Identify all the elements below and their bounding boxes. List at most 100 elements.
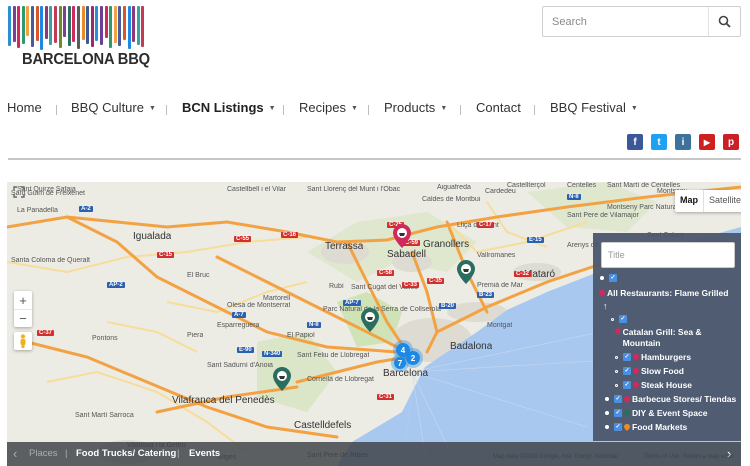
- legend-row[interactable]: ✓ Slow Food: [615, 366, 684, 376]
- map-pin-green[interactable]: [361, 308, 379, 332]
- checkbox-checked[interactable]: ✓: [619, 315, 627, 323]
- place-label: Sant Llorenç del Munt i l'Obac: [307, 186, 401, 193]
- road-label: N-II: [307, 322, 321, 328]
- category-pin-icon: [633, 353, 639, 361]
- checkbox-checked[interactable]: ✓: [614, 395, 622, 403]
- report-error-link[interactable]: Report a map error: [683, 454, 734, 464]
- checkbox-checked[interactable]: ✓: [614, 409, 622, 417]
- search-button[interactable]: [708, 7, 740, 36]
- nav-item-bcn-listings[interactable]: BCN Listings ▼: [182, 100, 276, 115]
- place-label: Caldes de Montbui: [422, 196, 481, 203]
- twitter-icon[interactable]: t: [651, 134, 667, 150]
- road-label: C-58: [377, 270, 395, 276]
- nav-item-recipes[interactable]: Recipes ▼: [299, 100, 358, 115]
- logo-bar: [72, 6, 76, 42]
- legend-row[interactable]: ✓: [611, 315, 629, 323]
- place-label: Premià de Mar: [477, 282, 523, 289]
- legend-row[interactable]: ✓ DIY & Event Space: [605, 408, 707, 418]
- nav-item-home[interactable]: Home: [7, 100, 42, 115]
- nav-item-bbq-culture[interactable]: BBQ Culture ▼: [71, 100, 156, 115]
- place-label: Piera: [187, 332, 204, 339]
- road-label: AP-2: [107, 282, 125, 288]
- fullscreen-button[interactable]: [12, 185, 26, 199]
- search-input[interactable]: [543, 7, 708, 36]
- nav-separator: [460, 105, 461, 115]
- pinterest-icon[interactable]: p: [723, 134, 739, 150]
- category-pin-icon: [615, 328, 621, 335]
- legend-row[interactable]: ✓ Hamburgers: [615, 352, 691, 362]
- instagram-icon[interactable]: i: [675, 134, 691, 150]
- nav-item-contact[interactable]: Contact: [476, 100, 521, 115]
- logo-bar: [86, 6, 90, 44]
- place-label: Igualada: [133, 231, 172, 242]
- map-pin-green[interactable]: [457, 260, 475, 284]
- road-label: N-II: [567, 194, 581, 200]
- search-box: [542, 6, 741, 37]
- legend-row[interactable]: Catalan Grill: Sea & Mountain: [615, 327, 735, 349]
- place-label: Aiguafreda: [437, 184, 471, 191]
- road-label: B-23: [477, 292, 495, 298]
- place-label: Sant Sadurní d'Anoia: [207, 362, 273, 369]
- youtube-icon[interactable]: ▶: [699, 134, 715, 150]
- place-label: Terrassa: [325, 241, 364, 252]
- fullscreen-icon: [13, 186, 25, 198]
- place-label: Centelles: [567, 182, 597, 189]
- marker-cluster[interactable]: 7: [391, 354, 409, 372]
- map-type-map-button[interactable]: Map: [675, 190, 704, 212]
- place-label: Vallromanes: [477, 252, 516, 259]
- road-label: C-16: [281, 232, 299, 238]
- road-label: C-17: [477, 222, 495, 228]
- nav-separator: [534, 105, 535, 115]
- logo-bar: [109, 6, 113, 48]
- zoom-out-button[interactable]: −: [14, 309, 32, 327]
- place-label: Olesa de Montserrat: [227, 302, 291, 309]
- bullet-icon: [605, 397, 609, 401]
- place-label: Parc Natural de la Serra de Collserola: [323, 306, 441, 313]
- legend-title-input[interactable]: [601, 242, 735, 268]
- legend-row[interactable]: ✓ Steak House: [615, 380, 692, 390]
- place-label: Pontons: [92, 335, 118, 342]
- place-label: Vilafranca del Penedès: [172, 395, 275, 406]
- tab-food-trucks[interactable]: Food Trucks/ Catering: [76, 448, 176, 459]
- logo-bar: [113, 6, 117, 43]
- legend-row[interactable]: ✓ Food Markets: [605, 422, 687, 432]
- map-type-satellite-button[interactable]: Satellite: [704, 190, 741, 212]
- zoom-in-button[interactable]: +: [14, 291, 32, 309]
- road-label: C-32: [514, 271, 532, 277]
- legend-row[interactable]: ✓: [600, 274, 619, 282]
- road-label: E-15: [527, 237, 544, 243]
- bullet-icon: [615, 383, 618, 387]
- logo-bar: [40, 6, 44, 50]
- legend-row[interactable]: ✓ Barbecue Stores/ Tiendas: [605, 394, 736, 404]
- checkbox-checked[interactable]: ✓: [609, 274, 617, 282]
- checkbox-checked[interactable]: ✓: [623, 381, 631, 389]
- logo-bar: [104, 6, 108, 38]
- logo-bar: [132, 6, 136, 42]
- logo-bar: [118, 6, 122, 46]
- checkbox-checked[interactable]: ✓: [614, 423, 622, 431]
- checkbox-checked[interactable]: ✓: [623, 367, 631, 375]
- road-label: AP-7: [343, 300, 361, 306]
- road-label: B-20: [439, 303, 457, 309]
- map-type-control: Map Satellite: [675, 190, 741, 212]
- tab-events[interactable]: Events: [189, 448, 220, 459]
- category-tab-bar: ‹ Places | Food Trucks/ Catering | Event…: [7, 442, 741, 466]
- map-pin-red[interactable]: [393, 224, 411, 248]
- nav-item-bbq-festival[interactable]: BBQ Festival ▼: [550, 100, 638, 115]
- caret-down-icon: ▼: [350, 105, 358, 113]
- logo-bar: [12, 6, 16, 42]
- legend-row[interactable]: All Restaurants: Flame Grilled: [599, 288, 728, 298]
- map-pin-green[interactable]: [273, 367, 291, 391]
- site-logo[interactable]: BARCELONA BBQ: [8, 6, 150, 68]
- legend-panel: ✓ All Restaurants: Flame Grilled ↑ ✓ Cat…: [593, 233, 741, 441]
- caret-down-icon: ▼: [148, 105, 156, 113]
- tab-places[interactable]: Places: [29, 448, 58, 459]
- logo-bar: [81, 6, 85, 40]
- tabs-prev-button[interactable]: ‹: [13, 446, 17, 461]
- street-view-button[interactable]: [14, 332, 32, 350]
- nav-item-products[interactable]: Products ▼: [384, 100, 447, 115]
- terms-link[interactable]: Terms of Use: [644, 454, 679, 464]
- facebook-icon[interactable]: f: [627, 134, 643, 150]
- map-widget[interactable]: Sant Quirze Safaja Sant Llorenç del Munt …: [7, 182, 741, 466]
- checkbox-checked[interactable]: ✓: [623, 353, 631, 361]
